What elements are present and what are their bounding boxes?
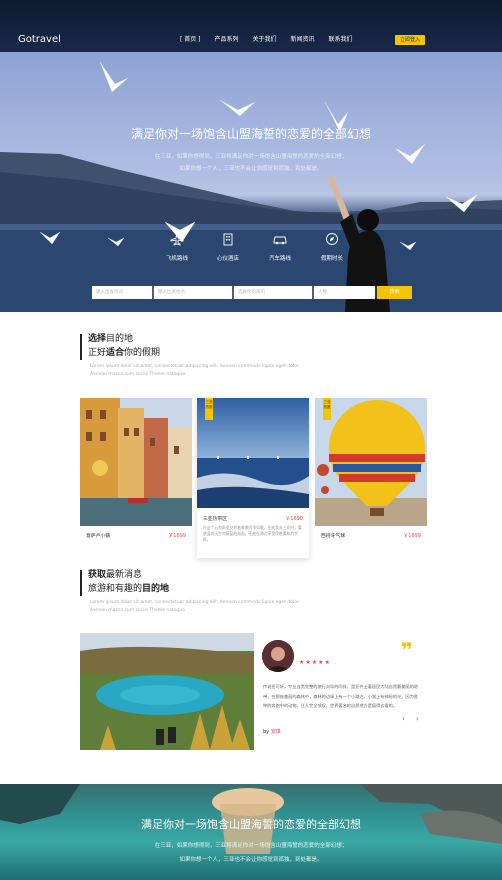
- car-icon: [273, 236, 287, 245]
- category-hotel[interactable]: 心仪酒店: [198, 232, 258, 262]
- review-text: 传说亚可轩，专业连贯完整的旅行向导的同伴，是亚齐土著居民大陆自然最美丽的地带，在…: [263, 684, 418, 708]
- card-name: 意萨卢小镇: [86, 534, 110, 539]
- nav-link-products[interactable]: 产品系列: [215, 36, 239, 44]
- hot-air-balloon-image: [315, 398, 427, 526]
- heading-bar: [80, 570, 82, 596]
- destination-desc-1: Lorem ipsum dolor sit amet, consectetuer…: [90, 364, 300, 369]
- destination-heading-line-1: 选择目的地: [88, 334, 134, 344]
- hot-ribbon: 三亚热推: [205, 398, 213, 420]
- nav-link-about[interactable]: 关于我们: [253, 36, 277, 44]
- departure-place-input[interactable]: 输入出发地点: [154, 286, 232, 299]
- category-car[interactable]: 汽车路线: [250, 232, 310, 262]
- venice-canal-image: [80, 398, 192, 526]
- news-heading-line-2: 旅游和有趣的目的地: [88, 584, 170, 594]
- card-price: ￥1699: [285, 516, 303, 522]
- news-desc-1: Lorem ipsum dolor sit amet, consectetuer…: [90, 600, 300, 605]
- heading-bar: [80, 334, 82, 360]
- news-heading-line-1: 获取最新消息: [88, 570, 143, 580]
- card-description: 在这个云和雨里交织着美景四季如歌，先前我去三亚时，看碧蓝的天空和蔚蓝的海面，还能…: [203, 525, 302, 542]
- category-label: 飞机路线: [165, 256, 188, 262]
- top-nav: Gotravel [ 首页 ] 产品系列 关于我们 新闻资讯 联系我们 立即登入: [0, 0, 502, 52]
- news-image[interactable]: [80, 633, 254, 750]
- footer-banner-title: 满足你对一场饱含山盟海誓的恋爱的全部幻想: [141, 818, 361, 831]
- people-count-input[interactable]: 人数: [314, 286, 375, 299]
- hero-banner: 满足你对一场饱含山盟海誓的恋爱的全部幻想 在三亚，如果你想得到，三亚将满足你对一…: [0, 52, 502, 312]
- nav-link-news[interactable]: 新闻资讯: [291, 36, 315, 44]
- hero-subtitle-2: 如果你想一个人，三亚也不会让你感觉到孤独，到处都是。: [179, 166, 323, 172]
- nav-link-contact[interactable]: 联系我们: [329, 36, 353, 44]
- compass-icon: [326, 233, 338, 245]
- hero-subtitle-1: 在三亚，如果你想得到，三亚将满足你对一场饱含山盟海誓的恋爱的全部幻想；: [154, 154, 348, 160]
- avatar-image: [262, 640, 294, 672]
- card-image: [315, 398, 427, 526]
- destination-input[interactable]: 选择你的目的: [234, 286, 312, 299]
- review-byline: by 安琪: [263, 729, 281, 735]
- footer-banner-subtitle-1: 在三亚，如果你想得到，三亚将满足你对一场饱含山盟海誓的恋爱的全部幻想；: [154, 843, 348, 849]
- destination-card-1[interactable]: 意萨卢小镇 ￥1699: [80, 398, 192, 546]
- category-label: 假期时长: [320, 256, 343, 262]
- destination-desc-2: Aenean massa cum sociis Theme natoque.: [90, 372, 187, 377]
- airplane-icon: [170, 232, 184, 246]
- card-image: [197, 398, 309, 508]
- destination-card-3[interactable]: 三亚热推 西班牙气球 ￥1699: [315, 398, 427, 546]
- review-nav-arrows[interactable]: ‹ ›: [402, 714, 423, 723]
- card-name: 三亚热带区: [203, 517, 227, 522]
- sanya-sea-image: [197, 398, 309, 508]
- departure-time-input[interactable]: 输入出发时间: [92, 286, 152, 299]
- footer-scenery: [0, 784, 502, 854]
- nav-links: [ 首页 ] 产品系列 关于我们 新闻资讯 联系我们: [180, 36, 367, 44]
- destination-card-2[interactable]: 三亚热推 三亚热带区 ￥1699 在这个云和雨里交织着美景四季如歌，先前我去三亚…: [197, 398, 309, 558]
- hero-scenery: [0, 61, 502, 312]
- card-name: 西班牙气球: [321, 534, 345, 539]
- footer-banner: 满足你对一场饱含山盟海誓的恋爱的全部幻想 在三亚，如果你想得到，三亚将满足你对一…: [0, 784, 502, 880]
- footer-banner-subtitle-2: 如果你想一个人，三亚也不会让你感觉到孤独，到处都是。: [179, 857, 323, 863]
- hotel-icon: [223, 233, 233, 246]
- hot-ribbon: 三亚热推: [323, 398, 331, 420]
- rating-stars: ★★★★★: [299, 659, 331, 666]
- card-price: ￥1699: [403, 533, 421, 539]
- category-label: 心仪酒店: [216, 256, 239, 262]
- news-desc-2: Aenean massa cum sociis Theme natoque.: [90, 608, 187, 613]
- logo[interactable]: Gotravel: [18, 34, 61, 46]
- hero-title: 满足你对一场饱含山盟海誓的恋爱的全部幻想: [130, 127, 371, 141]
- lake-forest-image: [80, 633, 254, 750]
- category-duration[interactable]: 假期时长: [302, 232, 362, 262]
- card-price: ￥1699: [168, 533, 186, 539]
- card-image: [80, 398, 192, 526]
- quote-icon: ❞: [401, 638, 413, 662]
- author-avatar[interactable]: [262, 640, 294, 672]
- nav-link-home[interactable]: [ 首页 ]: [180, 36, 201, 44]
- category-label: 汽车路线: [268, 256, 291, 262]
- destination-heading-line-2: 正好适合你的假期: [88, 348, 161, 358]
- search-button[interactable]: 搜索: [377, 286, 412, 299]
- search-bar: 输入出发时间 输入出发地点 选择你的目的 人数 搜索: [92, 286, 412, 299]
- login-button[interactable]: 立即登入: [395, 35, 425, 45]
- author-name[interactable]: 安琪: [271, 729, 281, 735]
